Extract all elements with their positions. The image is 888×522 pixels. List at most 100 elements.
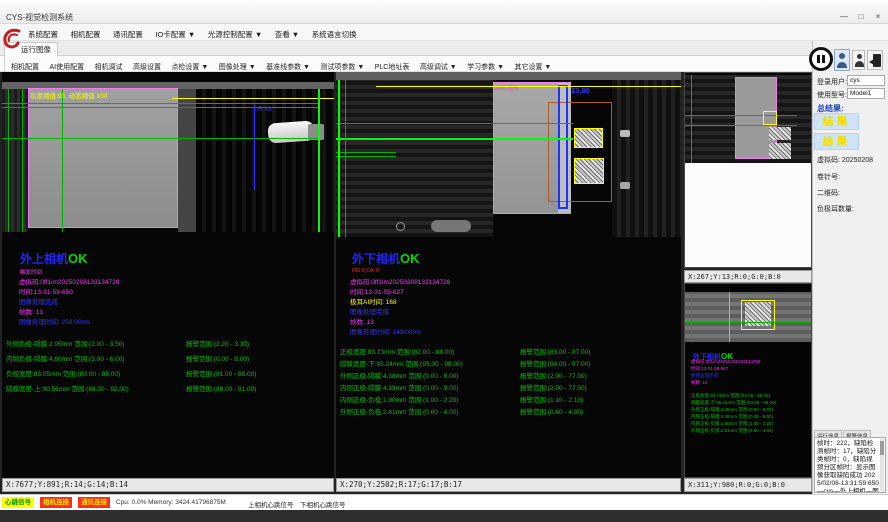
menu-item-io-config[interactable]: IO卡配置 ▼ (151, 29, 199, 40)
measurement-row: 内侧负极-隔膜:4.60mm 范围:(3.00 - 6.00)报警范围:(0.0… (6, 353, 334, 363)
toolbar-plc-address[interactable]: PLC地址表 (372, 62, 413, 72)
green-measure-line (2, 138, 320, 139)
toolbar-baseline-params[interactable]: 基准线参数 ▼ (263, 62, 313, 72)
pin-number-label: 卷针号: (817, 172, 840, 182)
comm-connect-badge: 通讯连接 (78, 497, 110, 508)
app-logo-icon (2, 27, 22, 51)
toolbar-spot-check[interactable]: 点检设置 ▼ (168, 62, 211, 72)
measurement-row: 外侧正极-负极:2.61mm 范围:(0.60 - 4.00) (691, 427, 811, 434)
pixel-coords-thumb2: X:311;Y:980;R:0;G:0;B:0 (684, 478, 812, 492)
login-user-button[interactable] (834, 49, 850, 71)
green-measure-line (685, 322, 812, 323)
camera-image-upper-outer: 灰度阈值:93, 动态阈值:100 R:48 (2, 82, 334, 232)
alarm-range: 报警范围:(0.60 - 4.00) (520, 406, 583, 416)
yellow-reference-line (376, 86, 681, 87)
camera2-subtitle: NG:0,OK:0 (352, 268, 420, 274)
toolbar-ai-usage-config[interactable]: AI使用配置 (46, 62, 87, 72)
measurement-row: 隔膜宽度-下:95.24mm 范围:(93.00 - 98.00)报警范围:(9… (340, 358, 670, 368)
maximize-button[interactable]: □ (853, 11, 869, 23)
camera-view-lower-outer[interactable]: AI检测框 23.80 外下相机OK NG:0,OK:0 (336, 72, 681, 478)
title-bar: CYS-视觉检测系统 — □ × (0, 0, 888, 24)
camera-view-upper-outer[interactable]: 灰度阈值:93, 动态阈值:100 R:48 外上相机OK 触发时间 虚拟码:0… (2, 72, 334, 478)
pink-vertical-line (729, 292, 730, 342)
virtual-code-value: 20250208 (842, 157, 873, 164)
pixel-coords-camera1: X:7677;Y:891;R:14;G:14;B:14 (2, 478, 334, 492)
thumb1-tab-box (763, 111, 777, 125)
measurement-row: 内侧正极-隔膜:4.38mm 范围:(0.00 - 9.00)报警范围:(2.0… (340, 382, 670, 392)
ai-roi-label: AI检测框 (495, 83, 519, 92)
menu-item-view[interactable]: 查看 ▼ (271, 29, 304, 40)
process-time-line: 图像处理时间: 143.00ms (350, 328, 450, 338)
user-manage-button[interactable] (852, 50, 865, 70)
model-field[interactable]: Model1 (847, 88, 885, 99)
pause-button[interactable] (809, 47, 833, 71)
process-done-line: 图像处理完成 (350, 308, 450, 318)
log-text-area[interactable]: 帧时：222，缺陷检测帧时：17，缺陷分类帧时：0，缺陷视频分区帧时：显示图像获… (814, 437, 886, 493)
toolbar-advanced-debug[interactable]: 高级调试 ▼ (417, 62, 460, 72)
menu-item-language-switch[interactable]: 系统语言切换 (308, 29, 361, 40)
toolbar-camera-debug[interactable]: 相机调试 (92, 62, 126, 72)
toolbar-advanced-settings[interactable]: 高级设置 (130, 62, 164, 72)
process-done-line: 图像处理完成 (691, 372, 811, 379)
log-scrollbar[interactable] (880, 439, 884, 491)
thumbnail-view-1[interactable] (684, 72, 812, 268)
menu-item-light-config[interactable]: 光源控制配置 ▼ (204, 29, 267, 40)
menu-item-system-config[interactable]: 系统配置 (24, 29, 62, 40)
pixel-coords-camera2: X:270;Y:2502;R:17;G:17;B:17 (336, 478, 681, 492)
tab-count-label: 负极耳数量: (817, 204, 854, 214)
blue-measure-value: 23.80 (571, 86, 590, 95)
green-vertical-line (691, 292, 692, 342)
user-login-icon (839, 53, 845, 59)
user-icon (857, 54, 862, 59)
camera1-result-title: 外上相机OK 触发时间 (20, 250, 88, 276)
login-user-field[interactable]: cys (847, 75, 885, 86)
alarm-range: 报警范围:(89.00 - 91.00) (186, 383, 256, 393)
thumb1-bright-spot (769, 127, 791, 140)
camera-image-lower-outer: AI检测框 23.80 (336, 72, 681, 237)
green-vertical-line (691, 75, 692, 163)
pause-icon (822, 55, 825, 63)
virtual-code-line: 虚拟码:0ff1im20250208133134728 (350, 278, 450, 288)
minimize-button[interactable]: — (836, 11, 852, 23)
toolbar-other-settings[interactable]: 其它设置 ▼ (511, 62, 554, 72)
measurement-row: 外侧负极-隔膜:2.95mm 范围:(2.00 - 3.50)报警范围:(2.2… (6, 338, 334, 348)
thumbnail-view-2[interactable]: 外下相机OK 虚拟码:0ff1im20250208133134728 时间:13… (684, 283, 812, 478)
thumb2-measurements: 正极宽度:83.73mm 范围:(82.00 - 88.00) 隔膜宽度-下:9… (691, 392, 811, 434)
logout-button[interactable] (867, 50, 883, 70)
menu-item-comm-config[interactable]: 通讯配置 (109, 29, 147, 40)
window-title: CYS-视觉检测系统 (6, 12, 73, 23)
time-line: 时间:13-31-59-650 (19, 288, 119, 298)
close-button[interactable]: × (870, 11, 886, 23)
machine-right-stack (612, 80, 681, 237)
green-measure-line (685, 125, 797, 126)
toolbar-test-params[interactable]: 测试项参数 ▼ (317, 62, 367, 72)
thumb2-tab-box (741, 300, 775, 330)
blue-measure-line (254, 105, 255, 190)
green-vertical-line (345, 80, 346, 237)
model-label: 使用型号: (817, 90, 847, 100)
tab-strip: 运行图像 (0, 41, 812, 56)
toolbar-image-processing[interactable]: 图像处理 ▼ (216, 62, 259, 72)
measurement-row: 隔膜宽度-下:95.24mm 范围:(93.00 - 98.00) (691, 399, 811, 406)
lower-camera-heartbeat-text: 下相机心跳信号 (300, 499, 346, 509)
machine-top-rail (336, 72, 681, 80)
frame-count-line: 帧数: 13 (19, 308, 119, 318)
time-line: 时间:13-31-59-627 (350, 288, 450, 298)
toolbar-camera-config[interactable]: 相机配置 (8, 62, 42, 72)
menu-item-camera-config[interactable]: 相机配置 (66, 29, 104, 40)
upper-camera-heartbeat-text: 上相机心跳信号 (248, 499, 294, 509)
virtual-code-line: 虚拟码:0ff1im20250208133134728 (19, 278, 119, 288)
app-window: CYS-视觉检测系统 — □ × 系统配置 相机配置 通讯配置 IO卡配置 ▼ … (0, 0, 888, 522)
virtual-code-label: 虚拟码: 20250208 (817, 155, 873, 165)
log-scrollbar-thumb[interactable] (880, 441, 884, 455)
camera2-status: OK (400, 251, 420, 266)
camera-connect-badge: 相机连接 (40, 497, 72, 508)
log-text: 帧时：222，缺陷检测帧时：17，缺陷分类帧时：0，缺陷视频分区帧时：显示图像获… (817, 440, 879, 493)
green-measure-line (336, 138, 573, 140)
result-box-1: 结果 (814, 113, 859, 130)
camera2-info-lines: 虚拟码:0ff1im20250208133134728 时间:13-31-59-… (350, 278, 450, 338)
thumb2-info-lines: 虚拟码:0ff1im20250208133134728 时间:13-31-59-… (691, 358, 811, 386)
toolbar: 相机配置 AI使用配置 相机调试 高级设置 点检设置 ▼ 图像处理 ▼ 基准线参… (0, 56, 812, 72)
thumb1-image (685, 75, 812, 163)
toolbar-learning-params[interactable]: 学习参数 ▼ (464, 62, 507, 72)
